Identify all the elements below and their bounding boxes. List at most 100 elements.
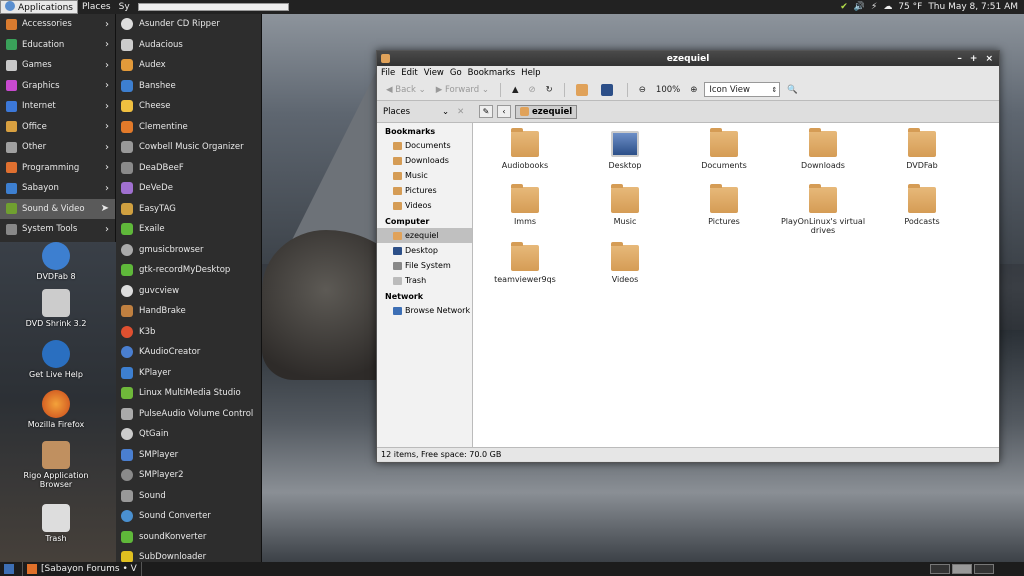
panel-launcher-bar[interactable] [137,3,289,11]
menu-category-accessories[interactable]: Accessories › [0,14,115,35]
menu-view[interactable]: View [424,68,444,78]
menu-item-gtk-recordmydesktop[interactable]: gtk-recordMyDesktop [116,260,261,281]
zoom-out-button[interactable]: ⊖ [636,85,649,95]
taskbar-item[interactable]: [Sabayon Forums • V [23,562,142,576]
desktop-icon-dvdfab[interactable]: DVDFab 8 [16,242,96,281]
computer-button[interactable] [598,83,619,96]
menu-category-sabayon[interactable]: Sabayon › [0,178,115,199]
menu-category-games[interactable]: Games › [0,55,115,76]
menu-item-k3b[interactable]: K3b [116,322,261,343]
menu-item-devede[interactable]: DeVeDe [116,178,261,199]
sidebar-item-desktop[interactable]: Desktop [377,243,472,258]
updates-check-icon[interactable]: ✔ [840,2,848,12]
menu-item-easytag[interactable]: EasyTAG [116,199,261,220]
weather-temperature[interactable]: 75 °F [898,2,922,12]
menu-category-programming[interactable]: Programming › [0,158,115,179]
menu-item-banshee[interactable]: Banshee [116,76,261,97]
close-icon[interactable]: × [985,54,993,64]
workspace-2[interactable] [952,564,972,574]
maximize-icon[interactable]: + [970,54,978,64]
menu-item-qtgain[interactable]: QtGain [116,424,261,445]
menu-category-graphics[interactable]: Graphics › [0,76,115,97]
desktop-icon-firefox[interactable]: Mozilla Firefox [16,390,96,429]
side-pane-selector[interactable]: Places ⌄ ✕ [377,107,473,117]
menu-item-asunder[interactable]: Asunder CD Ripper [116,14,261,35]
desktop-icon-trash[interactable]: Trash [16,504,96,543]
desktop-icon-rigo[interactable]: Rigo Application Browser [16,441,96,489]
reload-button[interactable]: ↻ [543,85,556,95]
menu-item-lmms[interactable]: Linux MultiMedia Studio [116,383,261,404]
weather-icon[interactable]: ☁ [883,2,892,12]
desktop-icon-live-help[interactable]: Get Live Help [16,340,96,379]
menu-item-cheese[interactable]: Cheese [116,96,261,117]
menu-help[interactable]: Help [521,68,540,78]
system-menu[interactable]: Sy [115,0,134,14]
folder-item[interactable]: Podcasts [872,184,972,226]
menu-item-smplayer2[interactable]: SMPlayer2 [116,465,261,486]
folder-item[interactable]: Audiobooks [475,128,575,170]
places-menu[interactable]: Places [78,0,115,14]
up-button[interactable]: ▲ [509,85,522,95]
folder-item[interactable]: Music [575,184,675,226]
breadcrumb-ezequiel[interactable]: ezequiel [515,104,578,119]
menu-category-system-tools[interactable]: System Tools › [0,219,115,240]
menu-item-audacious[interactable]: Audacious [116,35,261,56]
folder-item[interactable]: teamviewer9qs [475,242,575,284]
menu-item-guvcview[interactable]: guvcview [116,281,261,302]
workspace-1[interactable] [930,564,950,574]
stop-button[interactable]: ⊘ [526,85,539,95]
show-desktop-button[interactable] [0,562,23,576]
search-button[interactable]: 🔍 [784,85,801,95]
folder-item[interactable]: Documents [674,128,774,170]
folder-item[interactable]: Imms [475,184,575,226]
menu-item-sound-converter[interactable]: Sound Converter [116,506,261,527]
menu-item-cowbell[interactable]: Cowbell Music Organizer [116,137,261,158]
folder-item[interactable]: Desktop [575,131,675,170]
folder-item[interactable]: PlayOnLinux's virtual drives [773,184,873,235]
menu-item-exaile[interactable]: Exaile [116,219,261,240]
menu-item-smplayer[interactable]: SMPlayer [116,445,261,466]
sidebar-item-home[interactable]: ezequiel [377,228,472,243]
folder-item[interactable]: Downloads [773,128,873,170]
workspace-3[interactable] [974,564,994,574]
sidebar-item-pictures[interactable]: Pictures [377,183,472,198]
sidebar-item-videos[interactable]: Videos [377,198,472,213]
menu-file[interactable]: File [381,68,395,78]
home-button[interactable] [573,83,594,96]
sidebar-item-trash[interactable]: Trash [377,273,472,288]
menu-category-internet[interactable]: Internet › [0,96,115,117]
zoom-in-button[interactable]: ⊕ [687,85,700,95]
menu-category-other[interactable]: Other › [0,137,115,158]
volume-icon[interactable]: 🔊 [854,2,865,12]
clock[interactable]: Thu May 8, 7:51 AM [928,2,1018,12]
sidebar-item-filesystem[interactable]: File System [377,258,472,273]
menu-go[interactable]: Go [450,68,462,78]
menu-item-soundkonverter[interactable]: soundKonverter [116,527,261,548]
crumb-left-button[interactable]: ‹ [497,105,511,118]
window-titlebar[interactable]: ezequiel – + × [377,51,999,66]
menu-item-pulseaudio[interactable]: PulseAudio Volume Control [116,404,261,425]
menu-item-audex[interactable]: Audex [116,55,261,76]
back-button[interactable]: ◀ Back ⌄ [383,85,429,95]
sidebar-item-documents[interactable]: Documents [377,138,472,153]
sidebar-item-music[interactable]: Music [377,168,472,183]
menu-item-gmusicbrowser[interactable]: gmusicbrowser [116,240,261,261]
menu-category-sound-video[interactable]: Sound & Video ➤ [0,198,115,219]
sidebar-item-browse-network[interactable]: Browse Network [377,303,472,318]
location-toggle-button[interactable]: ✎ [479,105,493,118]
menu-item-sound[interactable]: Sound [116,486,261,507]
menu-item-clementine[interactable]: Clementine [116,117,261,138]
forward-button[interactable]: ▶ Forward ⌄ [433,85,492,95]
menu-category-office[interactable]: Office › [0,117,115,138]
menu-item-handbrake[interactable]: HandBrake [116,301,261,322]
desktop-icon-dvdshrink[interactable]: DVD Shrink 3.2 [16,289,96,328]
applications-menu[interactable]: Applications [0,0,78,14]
menu-bookmarks[interactable]: Bookmarks [468,68,516,78]
menu-item-kaudiocreator[interactable]: KAudioCreator [116,342,261,363]
menu-item-deadbeef[interactable]: DeaDBeeF [116,158,261,179]
minimize-icon[interactable]: – [957,54,962,64]
menu-item-kplayer[interactable]: KPlayer [116,363,261,384]
close-pane-icon[interactable]: ✕ [457,107,464,117]
menu-edit[interactable]: Edit [401,68,417,78]
folder-item[interactable]: Pictures [674,184,774,226]
